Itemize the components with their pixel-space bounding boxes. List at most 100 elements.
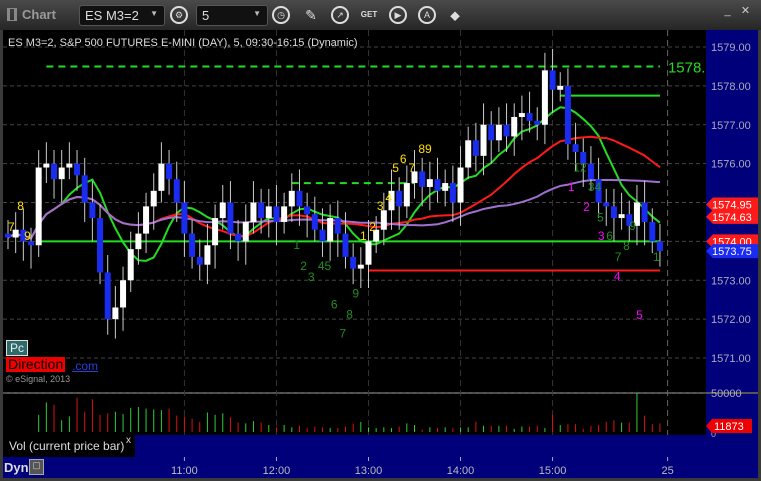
interval-value: 5 [202,8,210,23]
count-label: 1 [568,180,575,194]
count-label: 6 [606,229,613,243]
count-label: 89 [418,142,432,156]
copyright-text: © eSignal, 2013 [6,374,71,384]
candle-body [396,190,403,207]
candle-body [112,307,119,320]
window-title: Chart [7,7,56,22]
time-tick-label: 15:00 [539,465,567,477]
candle-body [89,202,96,219]
interval-select[interactable]: 5 ▼ [196,5,268,26]
get-data-icon[interactable]: GET [360,6,378,24]
candle-body [158,163,165,191]
count-label: 9 [629,219,636,233]
chevron-down-icon: ▼ [150,9,158,18]
price-tick-label: 1579.00 [711,42,751,54]
count-label: 3 [377,199,384,213]
candle-body [503,124,510,137]
symbol-select[interactable]: ES M3=2 ▼ [79,5,165,26]
candle-body [265,206,272,219]
count-label: 8 [17,199,24,213]
candle-body [311,214,318,230]
count-label: 3 [598,229,605,243]
count-label: 4 [614,269,621,283]
price-chart[interactable]: 1578.879 12345678912345698712345687911234… [0,30,761,481]
play-icon[interactable]: ▶ [389,6,407,24]
count-label: 7 [8,220,15,234]
candle-body [480,124,487,156]
candle-body [449,183,456,203]
candle-body [296,190,303,207]
pc-logo: Pc [6,340,29,356]
minimize-button[interactable]: _ [721,5,734,18]
time-tick-label: 13:00 [355,465,383,477]
candle-body [235,233,242,242]
candle-body [380,210,387,230]
candle-body [426,179,433,187]
count-label: 2 [300,259,307,273]
settings-gear-icon[interactable]: ⚙ [170,6,188,24]
candle-body [120,280,127,308]
candle-body [135,233,142,250]
candle-body [434,179,441,191]
count-label: 9 [24,229,31,243]
link-icon[interactable]: ⬥ [446,6,464,24]
candle-body [304,206,311,215]
candle-body [319,229,326,242]
volume-legend-label: Vol (current price bar) [9,439,125,453]
direction-logo: Direction [6,356,66,372]
candle-body [258,202,265,219]
candle-body [357,264,364,269]
pencil-icon[interactable]: ✎ [302,6,320,24]
candle-body [564,85,571,145]
candle-body [350,256,357,269]
symbol-value: ES M3=2 [85,8,139,23]
price-tick-label: 1572.00 [711,314,751,326]
count-label: 2 [369,220,376,234]
study-icon[interactable]: ↗ [331,6,349,24]
price-tick-label: 1577.00 [711,120,751,132]
count-label: 1 [653,250,660,264]
price-tag-label: 1574.95 [712,199,752,211]
dynamic-label: Dyn [4,460,29,475]
candle-body [212,218,219,246]
lock-icon[interactable]: ▢ [29,459,44,475]
candle-body [587,163,594,180]
volume-tick-label: 50000 [711,388,742,400]
price-tick-label: 1576.00 [711,159,751,171]
candle-body [457,167,464,203]
count-label: 3 [308,270,315,284]
chart-title: ES M3=2, S&P 500 FUTURES E-MINI (DAY), 5… [8,37,358,49]
candle-body [442,183,449,191]
candle-body [403,183,410,207]
close-button[interactable]: ✕ [739,5,752,18]
drag-grip-icon[interactable] [7,8,17,21]
candle-body [610,206,617,219]
close-study-icon[interactable]: x [126,435,131,446]
candle-body [143,206,150,234]
alert-icon[interactable]: A [418,6,436,24]
price-tag-label: 1574.63 [712,212,752,224]
volume-tag-label: 11873 [714,421,744,433]
count-label: 5 [392,161,399,175]
volume-legend[interactable]: Vol (current price bar) x [3,435,135,457]
direction-link[interactable]: .com [72,359,98,373]
count-label: 4 [385,191,392,205]
time-tick-label: 12:00 [263,465,291,477]
candle-body [250,202,257,222]
time-tick-label: 11:00 [171,465,198,477]
chevron-down-icon: ▼ [253,9,261,18]
candle-body [334,218,341,234]
time-tick-label: 14:00 [447,465,475,477]
candle-body [365,241,372,265]
candle-body [572,144,579,152]
count-label: 6 [331,298,338,312]
candle-body [511,116,518,137]
candle-body [150,190,157,207]
level-label: 1578. [668,59,706,76]
candle-body [43,163,50,168]
candle-body [227,202,234,234]
candle-body [196,256,203,265]
candle-body [273,206,280,222]
candle-body [495,124,502,141]
clock-icon[interactable]: ◷ [272,6,290,24]
